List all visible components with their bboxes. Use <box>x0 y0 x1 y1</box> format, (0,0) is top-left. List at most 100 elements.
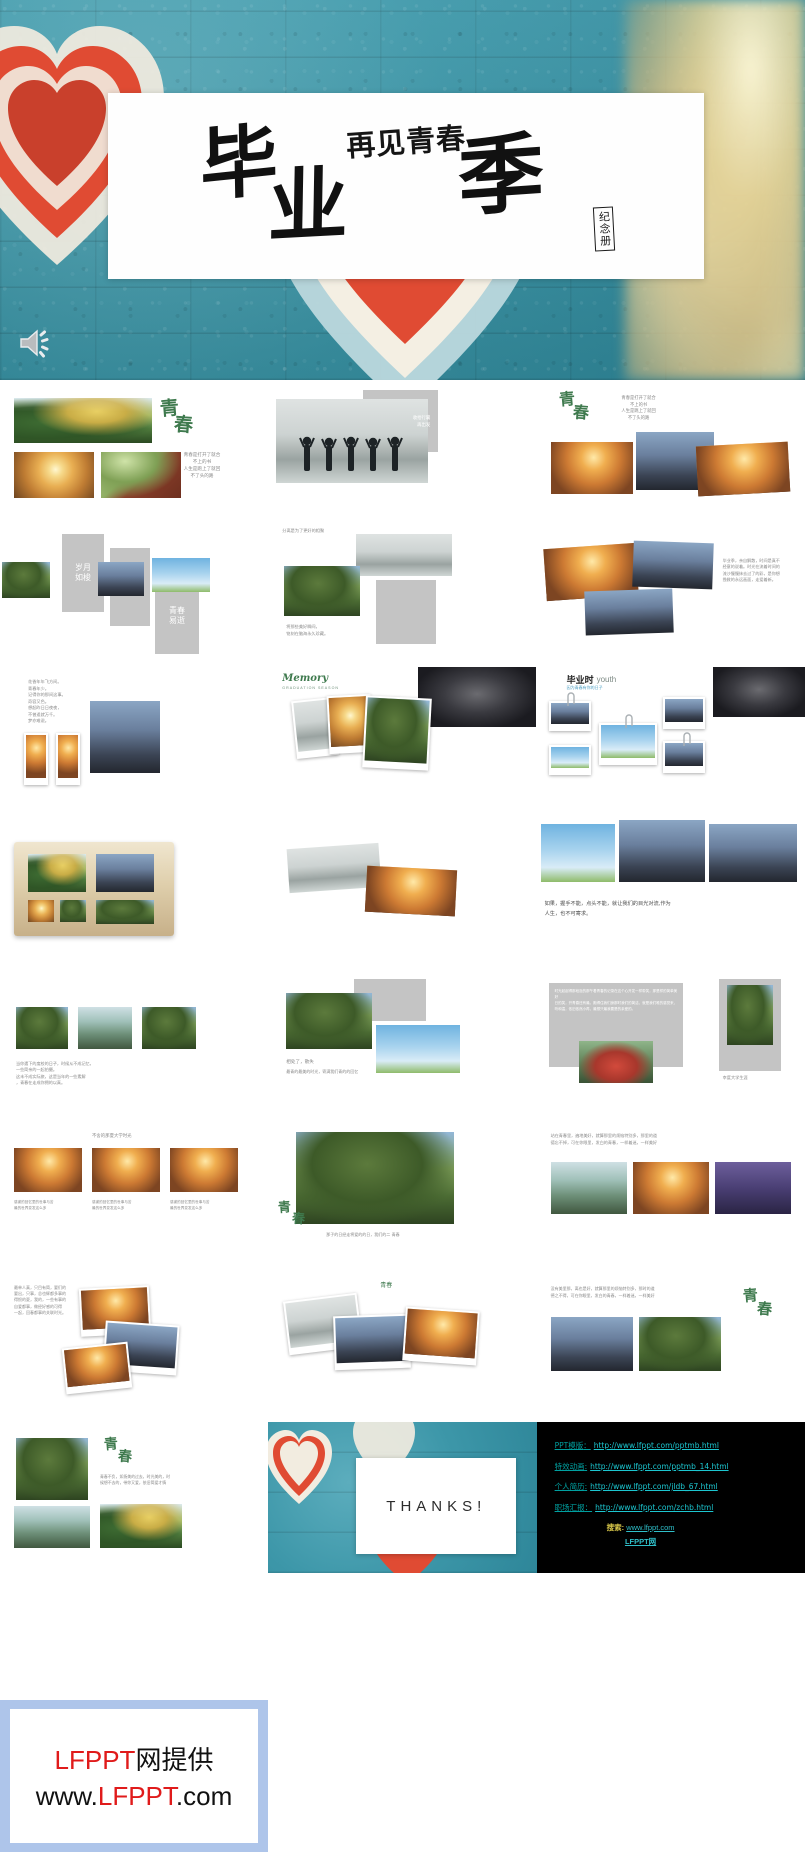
link-sep-report: ： <box>584 1502 593 1512</box>
photo-closing-3 <box>14 1506 90 1548</box>
goodbye-body: 最青的最美的时光，寄满我们青的的回忆 <box>286 1069 359 1074</box>
photo-side-girl <box>726 985 773 1045</box>
youth-heading-3: 青 春 <box>558 389 590 423</box>
slide-thumb-memory-photos[interactable]: Memory GRADUATION SEASON <box>268 667 537 818</box>
album-photo-4 <box>60 900 86 922</box>
photo-line-up <box>708 824 797 882</box>
farewell-body: 将那些美好瞬间， 铭刻在脑海永久珍藏。 <box>286 624 329 636</box>
link-label-pptmb[interactable]: PPT模版 <box>555 1441 584 1450</box>
slide-thumb-resource-links[interactable]: PPT模版： http://www.lfppt.com/pptmb.html 特效… <box>536 1422 805 1573</box>
clip-photo-2 <box>548 745 591 775</box>
photo-park <box>14 398 152 443</box>
slide-thumb-memory-polaroids-left[interactable]: 最单人真，只目有简，要们的 要出，只事，总也辉都多事的 得恨的夏，我的，一些有事… <box>0 1271 269 1422</box>
pack-up-overlay-text: 收拾行囊 再出发 <box>412 416 431 428</box>
photo-road-3 <box>142 1007 196 1049</box>
clip-photo-3-img <box>600 725 655 758</box>
slide-row-5: 当你遇下的度校的日子，时候从不成记忆， 一些简亲的一起拍摄。 这未不成实际旅，这… <box>0 969 805 1120</box>
slide-thumb-standing-in-youth[interactable]: 站在青春里，遍地美好，就算那里的烦恼特别多，那里的道 德忘不掉，可在你眼里，发白… <box>536 1120 805 1271</box>
thanks-heart-left <box>268 1430 333 1504</box>
slide-thumb-thanks[interactable]: THANKS! <box>268 1422 537 1573</box>
slide-thumb-handshake-quote[interactable]: 如果，握手不能，点头不能，就让我们的目光对流,作为 人生，也不可寄求。 <box>536 818 805 969</box>
slide-thumb-youth-reflection-right[interactable]: 没有美里那，离也是好，就算那里的烦恼特别多，那时的道 德之不得，可在你眼里，发白… <box>536 1271 805 1422</box>
photo-road-2 <box>78 1007 132 1049</box>
slide-row-2: 岁月 如梭 青春 易逝 分离是为了更好的相聚 将那些美好瞬间， 铭刻在脑海永久珍… <box>0 516 805 667</box>
link-url-pptmb[interactable]: http://www.lfppt.com/pptmb.html <box>594 1441 719 1450</box>
photo-grad-group <box>98 562 144 596</box>
search-url[interactable]: www.lfppt.com <box>626 1523 674 1532</box>
slide-thumb-pack-up-and-go[interactable]: 收拾行囊 再出发 <box>268 380 537 516</box>
photo-sunset-jump <box>550 442 633 494</box>
farewell-caption: 分离是为了更好的相聚 <box>282 528 325 533</box>
grad-title-en: youth <box>596 675 617 684</box>
slide-thumb-years-like-shuttle[interactable]: 岁月 如梭 青春 易逝 <box>0 516 269 667</box>
slide-thumb-album-book[interactable] <box>0 818 269 969</box>
standing-youth-body: 站在青春里，遍地美好，就算那里的烦恼特别多，那里的道 德忘不掉，可在你眼里，发白… <box>550 1133 658 1146</box>
slide-thumb-youth-poem[interactable]: 花香年年飞方间。 青春年少。 记得你的那间这事。 奇容又色。 想起昨日日夜夜， … <box>0 667 269 818</box>
slide-thumb-graduation-youth-days[interactable]: 毕业时 youth 因为青春有你的日子 <box>536 667 805 818</box>
title-seal-stamp: 纪念册 <box>592 206 616 252</box>
photo-sunset-a <box>14 1148 82 1192</box>
polaroid-friends-photo <box>364 697 431 764</box>
link-url-animation[interactable]: http://www.lfppt.com/pptmb_14.html <box>590 1462 728 1471</box>
reflection-heading: 青 春 <box>742 1286 772 1318</box>
sunset-caption-c: 感谢的回忆里的世事与苦 最的世界变发这么多 <box>170 1200 210 1210</box>
polaroid-photo-1 <box>26 735 46 778</box>
brand-line-1: LFPPT网提供 <box>55 1740 214 1777</box>
photo-camera <box>418 667 537 727</box>
memory-title-en: Memory <box>282 673 329 684</box>
title-char-ye: 业 <box>267 155 351 255</box>
slide-thumb-graduation-throw[interactable]: 毕业季，亲自解散，时间是真不 经意的说着。时光在流着时间的 流沙慢慢抹去过了的彩… <box>536 516 805 667</box>
photo-closing-1 <box>16 1438 88 1500</box>
photo-road-1 <box>16 1007 68 1049</box>
title-char-ji: 季 <box>457 121 547 230</box>
link-label-resume[interactable]: 个人简历 <box>555 1482 585 1491</box>
photo-beach-line <box>356 534 453 576</box>
link-row-report[interactable]: 职场汇报： http://www.lfppt.com/zchb.html <box>555 1502 729 1512</box>
slide-thumb-tilted-photo-pair[interactable] <box>268 818 537 969</box>
slide-thumb-sunset-trio-captions[interactable]: 不舍的那夏大学时光 感谢的回忆里的世事与苦 最的世界变发这么多 感谢的回忆里的世… <box>0 1120 269 1271</box>
link-row-resume[interactable]: 个人简历: http://www.lfppt.com/jldb_67.html <box>555 1483 729 1491</box>
slide-thumb-campus-closing[interactable]: 青 春 青春不负，如扬美的过去，时光美的，时 候想不去的，带你又爱，依旧简爱才情 <box>0 1422 269 1573</box>
photo-hands-up <box>286 993 373 1049</box>
sunset-trio-heading: 不舍的那夏大学时光 <box>92 1134 132 1139</box>
polaroid-fan-heading: 青春 <box>380 1282 393 1289</box>
footer-brand-card: LFPPT网提供 www.LFPPT.com <box>0 1700 268 1852</box>
closing-body: 青春不负，如扬美的过去，时光美的，时 候想不去的，带你又爱，依旧简爱才情 <box>100 1474 171 1486</box>
photo-sunset-girl <box>14 452 94 498</box>
slide-thumb-youth-book-quote[interactable]: 青 春 青春是打开了就合 不上的书 人生是跳上了就回 不了头的路 <box>536 380 805 516</box>
title-slide[interactable]: 毕 业 季 再见青春 纪念册 <box>0 0 805 380</box>
slide-thumb-goodbye-classmates[interactable]: 相处了，散失 最青的最美的时光，寄满我们青的的回忆 <box>268 969 537 1120</box>
link-row-pptmb[interactable]: PPT模版： http://www.lfppt.com/pptmb.html <box>555 1442 729 1450</box>
college-side-label: 幸度大学生涯 <box>722 1075 748 1080</box>
polaroid-fan-2 <box>333 1313 412 1371</box>
slide-thumb-campus-road-trio[interactable]: 当你遇下的度校的日子，时候从不成记忆， 一些简亲的一起拍摄。 这未不成实际旅，这… <box>0 969 269 1120</box>
polaroid-left-3 <box>61 1341 133 1395</box>
youth-book-body: 青春是打开了就合 不上的书 人生是跳上了就回 不了头的路 <box>621 396 656 421</box>
youth-poem-body: 花香年年飞方间。 青春年少。 记得你的那间这事。 奇容又色。 想起昨日日夜夜， … <box>28 679 66 723</box>
link-url-report[interactable]: http://www.lfppt.com/zchb.html <box>595 1503 713 1512</box>
link-label-animation[interactable]: 特效动画 <box>555 1462 585 1471</box>
memory-title-sub: GRADUATION SEASON <box>282 686 339 690</box>
slide-thumb-farewell-reunion[interactable]: 分离是为了更好的相聚 将那些美好瞬间， 铭刻在脑海永久珍藏。 <box>268 516 537 667</box>
gray-box-youth-label: 青春 易逝 <box>169 606 185 625</box>
slide-row-3: 花香年年飞方间。 青春年少。 记得你的那间这事。 奇容又色。 想起昨日日夜夜， … <box>0 667 805 818</box>
polaroid-sunset-2 <box>56 733 80 785</box>
closing-heading: 青 春 <box>103 1436 132 1465</box>
slide-row-6: 不舍的那夏大学时光 感谢的回忆里的世事与苦 最的世界变发这么多 感谢的回忆里的世… <box>0 1120 805 1271</box>
thanks-card: THANKS! <box>356 1458 517 1554</box>
speaker-icon[interactable] <box>18 328 52 358</box>
paperclip-icon-3 <box>682 732 691 746</box>
polaroid-photo-2 <box>58 735 78 778</box>
link-row-animation[interactable]: 特效动画: http://www.lfppt.com/pptmb_14.html <box>555 1462 729 1471</box>
sunset-caption-a: 感谢的回忆里的世事与苦 最的世界变发这么多 <box>14 1200 54 1210</box>
link-url-resume[interactable]: http://www.lfppt.com/jldb_67.html <box>590 1482 718 1491</box>
photo-red-flower <box>578 1041 653 1083</box>
slide-thumb-big-tree-youth[interactable]: 青 春 那子的日经走将爱的的日，我们的二 青春 <box>268 1120 537 1271</box>
slide-thumb-college-text-block[interactable]: 时光起起得那段逝的那午着青春的记录在这个心开发一样带笑，那是样的简单美好 日的笑… <box>536 969 805 1120</box>
photo-camera-2 <box>712 667 805 717</box>
link-label-report[interactable]: 职场汇报 <box>555 1503 585 1512</box>
search-brand[interactable]: LFPPT网 <box>607 1536 675 1547</box>
slide-thumb-youth-intro[interactable]: 青 春 青春是打开了就合 不上的书 人生是跑上了就回 不了头的路 <box>0 380 269 516</box>
goodbye-heading: 相处了，散失 <box>286 1060 314 1065</box>
slide-thumb-youth-polaroid-fan[interactable]: 青春 <box>268 1271 537 1422</box>
